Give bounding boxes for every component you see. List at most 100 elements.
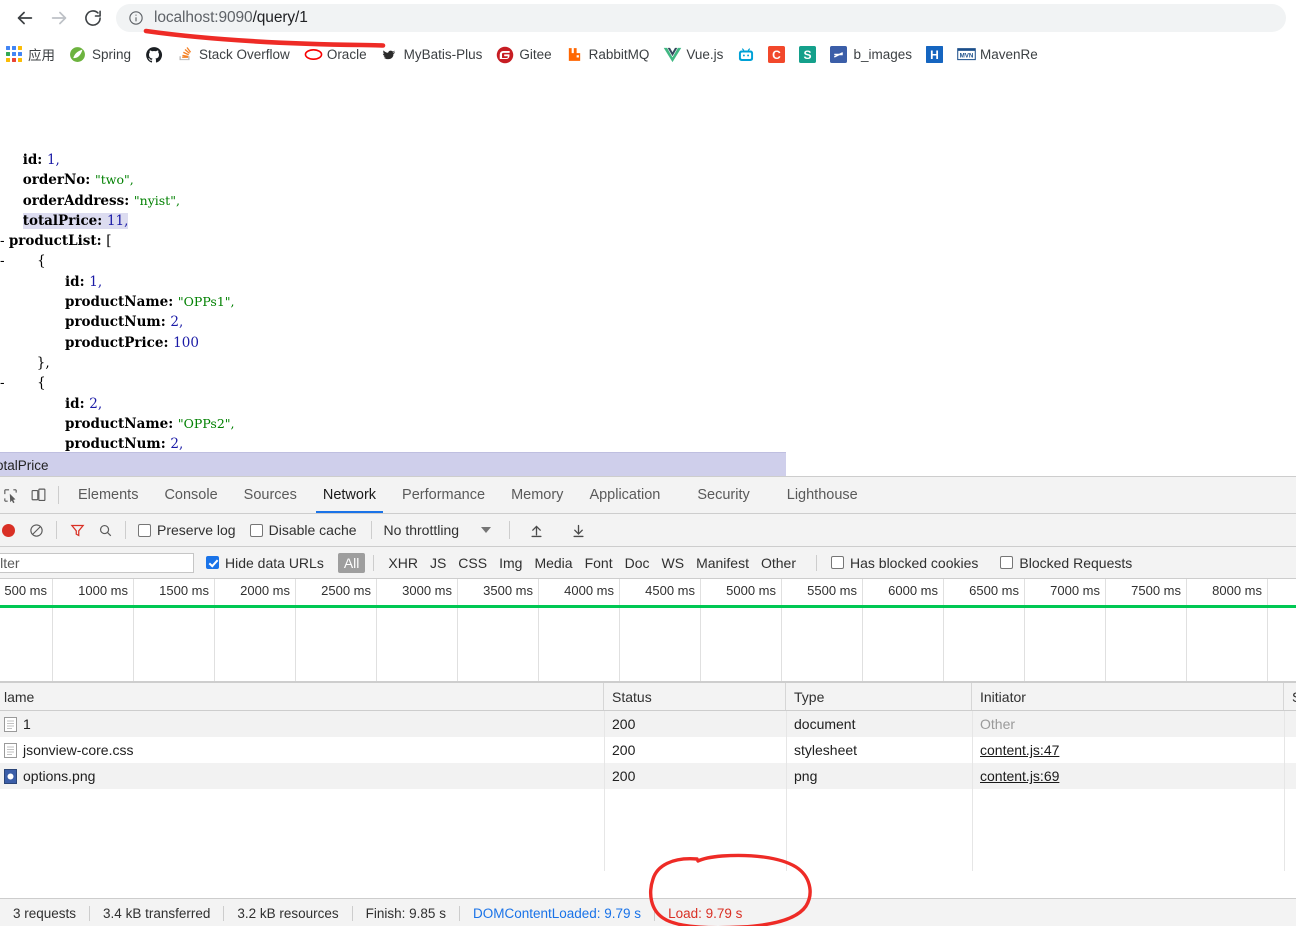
checkbox-box — [249, 523, 263, 537]
type-filter-js[interactable]: JS — [424, 553, 452, 573]
timeline-tick: 3000 ms — [377, 579, 458, 682]
json-toggle-space — [0, 396, 9, 412]
reload-icon[interactable] — [76, 1, 110, 35]
json-value: "OPPs1", — [177, 294, 235, 310]
dom-content-loaded-time: DOMContentLoaded: 9.79 s — [472, 905, 642, 921]
record-stop-icon[interactable] — [0, 516, 22, 544]
tab-label: Lighthouse — [786, 487, 858, 503]
transferred-size: 3.4 kB transferred — [103, 905, 211, 921]
json-collapse-toggle[interactable]: - — [0, 233, 9, 249]
json-line: orderNo: "two", — [0, 170, 235, 190]
bookmark-github[interactable] — [138, 42, 169, 66]
bookmark-bilibili[interactable] — [730, 42, 761, 66]
json-line: productName: "OPPs2", — [0, 414, 235, 434]
timeline-tick: 6500 ms — [944, 579, 1025, 682]
type-filter-ws[interactable]: WS — [656, 553, 691, 573]
bookmark-c[interactable]: C — [761, 42, 792, 66]
document-file-icon — [4, 716, 17, 732]
bookmark-apps[interactable]: 应用 — [0, 42, 62, 66]
type-filter-media[interactable]: Media — [528, 553, 578, 573]
throttling-dropdown[interactable]: No throttling — [384, 522, 492, 538]
bookmark-gitee[interactable]: Gitee — [489, 42, 558, 66]
network-status-bar: 3 requests 3.4 kB transferred 3.2 kB res… — [0, 898, 1296, 926]
bookmark-stack-overflow[interactable]: Stack Overflow — [169, 42, 297, 66]
type-filter-all[interactable]: All — [337, 552, 366, 573]
bookmark-maven-repository[interactable]: MVN MavenRe — [950, 42, 1045, 66]
type-filter-css[interactable]: CSS — [452, 553, 493, 573]
tab-sources[interactable]: Sources — [231, 478, 310, 513]
column-divider — [972, 711, 973, 871]
type-filter-font[interactable]: Font — [579, 553, 619, 573]
bookmark-h[interactable]: H — [919, 42, 950, 66]
info-circle-icon[interactable] — [128, 10, 144, 26]
column-header-size[interactable]: S — [1284, 683, 1296, 710]
column-header-type[interactable]: Type — [786, 683, 972, 710]
address-bar[interactable]: localhost:9090/query/1 — [116, 4, 1286, 32]
page-content: id: 1, orderNo: "two", orderAddress: "ny… — [0, 72, 1296, 452]
bookmark-rabbitmq[interactable]: RabbitMQ — [559, 42, 657, 66]
export-har-down-arrow-icon[interactable] — [564, 516, 592, 544]
column-header-name[interactable]: lame — [0, 683, 604, 710]
tab-elements[interactable]: Elements — [65, 478, 151, 513]
tab-security[interactable]: Security — [673, 478, 762, 513]
cell-name-text: 1 — [23, 716, 31, 732]
filter-funnel-icon[interactable] — [63, 516, 91, 544]
network-toolbar: Preserve log Disable cache No throttling — [0, 514, 1296, 547]
type-filter-other[interactable]: Other — [755, 553, 802, 573]
json-collapse-toggle[interactable]: - — [0, 375, 9, 391]
forward-icon[interactable] — [42, 1, 76, 35]
chevron-down-icon — [481, 527, 492, 533]
blocked-requests-checkbox[interactable]: Blocked Requests — [1000, 555, 1132, 571]
json-value: 100 — [173, 334, 199, 351]
bookmark-mybatis-plus[interactable]: MyBatis-Plus — [374, 42, 490, 66]
back-icon[interactable] — [8, 1, 42, 35]
table-row[interactable]: jsonview-core.css 200 stylesheet content.js… — [0, 737, 1296, 763]
type-filter-img[interactable]: Img — [493, 553, 528, 573]
disable-cache-checkbox[interactable]: Disable cache — [249, 522, 357, 538]
table-cell-status: 200 — [604, 763, 786, 789]
toolbar-divider — [370, 521, 372, 539]
bookmark-s[interactable]: S — [792, 42, 823, 66]
type-filter-doc[interactable]: Doc — [619, 553, 656, 573]
json-collapse-toggle[interactable]: - — [0, 253, 9, 269]
import-har-up-arrow-icon[interactable] — [522, 516, 550, 544]
bookmark-b-images[interactable]: b_images — [823, 42, 919, 66]
column-header-initiator[interactable]: Initiator — [972, 683, 1284, 710]
tab-console[interactable]: Console — [151, 478, 230, 513]
column-header-status[interactable]: Status — [604, 683, 786, 710]
filter-input[interactable]: ilter — [0, 552, 194, 573]
tab-memory[interactable]: Memory — [498, 478, 576, 513]
bookmark-oracle[interactable]: Oracle — [297, 42, 374, 66]
has-blocked-cookies-checkbox[interactable]: Has blocked cookies — [831, 555, 978, 571]
spring-leaf-icon — [69, 46, 86, 63]
type-filter-manifest[interactable]: Manifest — [690, 553, 755, 573]
hide-data-urls-checkbox[interactable]: Hide data URLs — [206, 555, 324, 571]
bookmark-vuejs[interactable]: Vue.js — [656, 42, 730, 66]
network-timeline-overview[interactable]: 500 ms 1000 ms 1500 ms 2000 ms 2500 ms 3000 m… — [0, 579, 1296, 683]
inspect-element-icon[interactable] — [0, 481, 24, 509]
tab-network[interactable]: Network — [310, 478, 389, 513]
json-entry: id: 1, — [65, 274, 102, 290]
table-row[interactable]: 1 200 document Other — [0, 711, 1296, 737]
json-key: productList: — [8, 233, 107, 250]
preserve-log-checkbox[interactable]: Preserve log — [138, 522, 236, 538]
bookmark-spring[interactable]: Spring — [62, 42, 138, 66]
clear-no-entry-icon[interactable] — [22, 516, 50, 544]
table-row[interactable]: options.png 200 png content.js:69 — [0, 763, 1296, 789]
type-filter-xhr[interactable]: XHR — [382, 553, 424, 573]
stylesheet-file-icon — [4, 742, 17, 758]
tab-performance[interactable]: Performance — [389, 478, 498, 513]
json-line: productPrice: 100 — [0, 333, 235, 353]
cell-initiator-text[interactable]: content.js:47 — [980, 742, 1059, 758]
header-label: lame — [4, 688, 35, 705]
timeline-tick: 5000 ms — [701, 579, 782, 682]
cell-initiator-text[interactable]: content.js:69 — [980, 768, 1059, 784]
device-toolbar-icon[interactable] — [24, 481, 52, 509]
tab-application[interactable]: Application — [576, 478, 673, 513]
search-magnifier-icon[interactable] — [91, 516, 119, 544]
tab-lighthouse[interactable]: Lighthouse — [763, 478, 871, 513]
json-toggle-space — [0, 416, 9, 432]
